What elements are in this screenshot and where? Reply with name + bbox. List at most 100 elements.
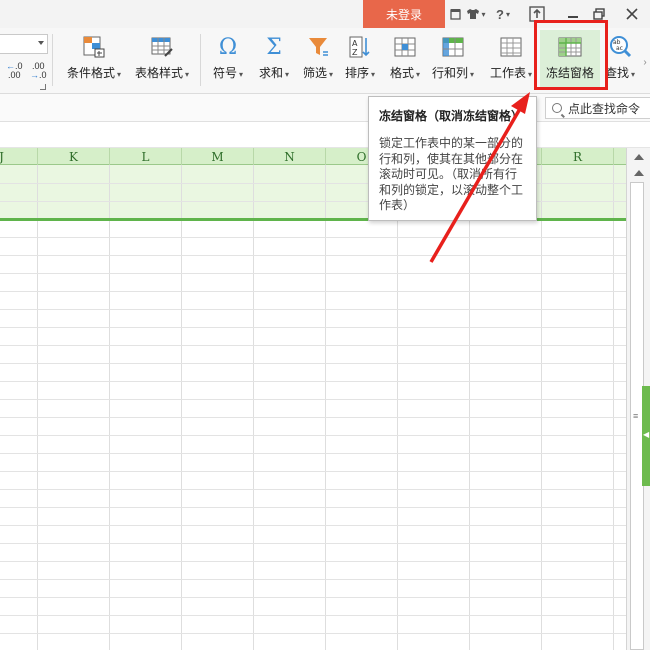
freeze-panes-tooltip: 冻结窗格（取消冻结窗格） 锁定工作表中的某一部分的行和列，使其在其他部分在滚动时… (368, 96, 537, 221)
worksheet-icon (498, 34, 524, 60)
chevron-down-icon: ▾ (285, 70, 290, 79)
sigma-icon: Σ (266, 34, 282, 60)
grid-row-line (0, 417, 626, 418)
grid-row-line (0, 255, 626, 256)
svg-text:A: A (352, 39, 358, 48)
omega-icon: Ω (218, 34, 238, 60)
command-search-placeholder: 点此查找命令 (568, 101, 641, 116)
chevron-down-icon: ▾ (528, 70, 533, 79)
tooltip-title: 冻结窗格（取消冻结窗格） (379, 109, 524, 123)
column-header-k[interactable]: K (38, 148, 110, 165)
conditional-format-button[interactable]: 条件格式 ▾ (62, 30, 126, 90)
grid-row-line (0, 597, 626, 598)
svg-text:ac: ac (616, 45, 623, 52)
number-format-select[interactable] (0, 34, 48, 54)
tshirt-icon[interactable]: ▾ (466, 4, 486, 24)
chevron-down-icon: ▾ (631, 70, 636, 79)
grid-row-line (0, 273, 626, 274)
chevron-down-icon: ▾ (371, 70, 376, 79)
column-header-r[interactable]: R (542, 148, 614, 165)
funnel-icon (305, 34, 331, 60)
ribbon-scroll-right-icon[interactable]: › (640, 52, 650, 72)
format-button[interactable]: 格式 ▾ (384, 30, 426, 90)
grid-row-line (0, 615, 626, 616)
symbol-button[interactable]: Ω 符号 ▾ (206, 30, 250, 90)
grid-row-line (0, 345, 626, 346)
find-label: 查找 (604, 66, 629, 80)
filter-button[interactable]: 筛选 ▾ (296, 30, 340, 90)
chevron-left-icon: ◀ (643, 430, 650, 439)
grid-row-line (0, 291, 626, 292)
format-label: 格式 (389, 66, 414, 80)
scroll-up-icon[interactable] (634, 170, 644, 176)
spreadsheet-window: 未登录 ▾ ? ▾ ←.0.00 .00 →.0 条件格式 ▾ 表格样式 ▾ Ω… (0, 0, 650, 650)
rows-columns-icon (440, 34, 466, 60)
grid-row-line (0, 363, 626, 364)
sort-label: 排序 (344, 66, 369, 80)
divider (52, 34, 53, 86)
chevron-down-icon: ▾ (470, 70, 475, 79)
grid-row-line (0, 453, 626, 454)
sort-button[interactable]: AZ 排序 ▾ (340, 30, 380, 90)
chevron-down-icon (38, 41, 44, 45)
grid-row-line (0, 507, 626, 508)
divider (200, 34, 201, 86)
svg-text:Z: Z (352, 48, 358, 57)
annotation-highlight-box (534, 20, 608, 90)
rows-columns-label: 行和列 (431, 66, 468, 80)
table-style-icon (149, 34, 175, 60)
close-icon[interactable] (624, 4, 640, 24)
grid-row-line (0, 471, 626, 472)
formula-bar[interactable] (0, 122, 650, 148)
grid-row-line (0, 327, 626, 328)
help-icon[interactable]: ? ▾ (493, 4, 513, 24)
grid-row-line (0, 579, 626, 580)
rows-columns-button[interactable]: 行和列 ▾ (428, 30, 478, 90)
symbol-label: 符号 (212, 66, 237, 80)
grid-row-line (0, 399, 626, 400)
search-icon (552, 103, 562, 113)
conditional-format-label: 条件格式 (66, 66, 115, 80)
sort-az-icon: AZ (347, 34, 373, 60)
command-search-input[interactable]: 点此查找命令 (545, 97, 650, 119)
chevron-down-icon: ▾ (239, 70, 244, 79)
column-header-m[interactable]: M (182, 148, 254, 165)
chevron-down-icon: ▾ (117, 70, 122, 79)
chevron-down-icon: ▾ (329, 70, 334, 79)
column-header-n[interactable]: N (254, 148, 326, 165)
grid-row-line (0, 543, 626, 544)
decrease-decimal-button[interactable]: .00 →.0 (30, 62, 47, 80)
grid-row-line (0, 237, 626, 238)
command-search-row: 点此查找命令 (0, 94, 650, 122)
format-grid-icon (392, 34, 418, 60)
grip-icon: ≡ (633, 411, 639, 421)
sum-button[interactable]: Σ 求和 ▾ (252, 30, 296, 90)
login-button[interactable]: 未登录 (363, 0, 445, 28)
increase-decimal-button[interactable]: ←.0.00 (6, 62, 23, 80)
table-style-button[interactable]: 表格样式 ▾ (130, 30, 194, 90)
sheet-grid[interactable]: JKLMNOPQR (0, 148, 626, 650)
grid-row-line (0, 525, 626, 526)
column-header-j[interactable]: J (0, 148, 38, 165)
tooltip-body: 锁定工作表中的某一部分的行和列，使其在其他部分在滚动时可见。（取消所有行和列的锁… (379, 136, 524, 212)
column-header-l[interactable]: L (110, 148, 182, 165)
grid-row-line (0, 309, 626, 310)
skin-icon[interactable] (448, 4, 462, 24)
worksheet-label: 工作表 (489, 66, 526, 80)
grid-row-line (0, 435, 626, 436)
dialog-launcher-icon[interactable] (40, 84, 46, 90)
side-panel-tab[interactable]: ◀ (642, 386, 650, 486)
filter-label: 筛选 (302, 66, 327, 80)
worksheet-button[interactable]: 工作表 ▾ (484, 30, 538, 90)
grid-row-line (0, 489, 626, 490)
conditional-format-icon (81, 34, 107, 60)
sum-label: 求和 (258, 66, 283, 80)
scroll-up-icon[interactable] (634, 154, 644, 160)
grid-row-line (0, 633, 626, 634)
grid-row-line (0, 561, 626, 562)
table-style-label: 表格样式 (134, 66, 183, 80)
chevron-down-icon: ▾ (185, 70, 190, 79)
find-icon: ab ac (607, 34, 633, 60)
grid-row-line (0, 381, 626, 382)
chevron-down-icon: ▾ (416, 70, 421, 79)
